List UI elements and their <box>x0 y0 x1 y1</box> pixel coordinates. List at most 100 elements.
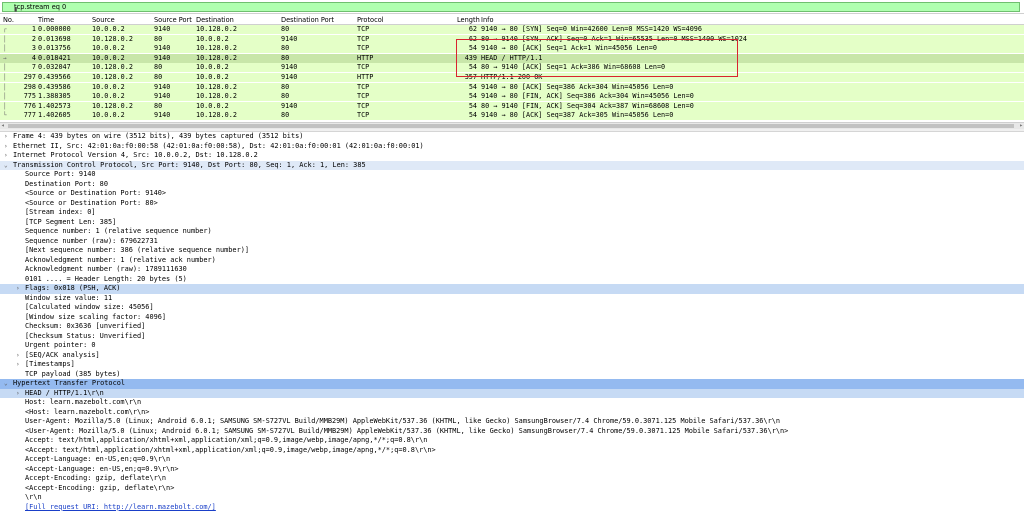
packet-row[interactable]: │ 3 0.013756 10.0.0.2 9140 10.128.0.2 80 TCP 54 9… <box>0 44 1024 54</box>
cell-info: 9140 → 80 [SYN] Seq=0 Win=42600 Len=0 MS… <box>481 25 702 33</box>
column-header-source-port[interactable]: Source Port <box>154 16 192 24</box>
cell-no: 298 <box>23 82 36 91</box>
scroll-left-icon[interactable]: ◂ <box>1 122 5 129</box>
packet-row[interactable]: │ 776 1.402573 10.128.0.2 80 10.0.0.2 9140 TCP 5… <box>0 101 1024 111</box>
expand-icon[interactable]: › <box>16 284 20 294</box>
packet-row[interactable]: └ 777 1.402605 10.0.0.2 9140 10.128.0.2 80 TCP 5… <box>0 111 1024 121</box>
packet-row[interactable]: │ 2 0.013698 10.128.0.2 80 10.0.0.2 9140 TCP 62 8… <box>0 34 1024 44</box>
column-header-protocol[interactable]: Protocol <box>357 16 384 24</box>
detail-text: Source Port: 9140 <box>25 170 96 178</box>
expand-icon[interactable]: › <box>4 132 8 142</box>
detail-text: Destination Port: 80 <box>25 179 108 188</box>
collapse-icon[interactable]: ⌄ <box>4 161 8 171</box>
packet-list-horizontal-scrollbar[interactable]: ◂ ▸ <box>0 122 1024 129</box>
detail-line[interactable]: [Stream index: 0] <box>0 208 1024 218</box>
expand-icon[interactable]: › <box>4 151 8 161</box>
cell-info: 9140 → 80 [ACK] Seq=1 Ack=1 Win=45056 Le… <box>481 44 657 53</box>
detail-line[interactable]: [TCP Segment Len: 385] <box>0 218 1024 228</box>
cell-proto: TCP <box>357 44 370 53</box>
detail-line[interactable]: [Window size scaling factor: 4096] <box>0 313 1024 323</box>
cell-sport: 9140 <box>154 25 171 33</box>
column-header-destination-port[interactable]: Destination Port <box>281 16 334 24</box>
detail-line[interactable]: 0101 .... = Header Length: 20 bytes (5) <box>0 275 1024 285</box>
detail-line[interactable]: Host: learn.mazebolt.com\r\n <box>0 398 1024 408</box>
packet-row[interactable]: │ 7 0.032047 10.128.0.2 80 10.0.0.2 9140 TCP 54 8… <box>0 63 1024 73</box>
detail-text: 0101 .... = Header Length: 20 bytes (5) <box>25 274 187 283</box>
detail-line[interactable]: Accept: text/html,application/xhtml+xml,… <box>0 436 1024 446</box>
cell-len: 62 <box>468 25 477 33</box>
detail-line[interactable]: Destination Port: 80 <box>0 180 1024 190</box>
related-packet-icon: │ <box>3 45 7 53</box>
detail-line[interactable]: Checksum: 0x3636 [unverified] <box>0 322 1024 332</box>
detail-line[interactable]: Urgent pointer: 0 <box>0 341 1024 351</box>
detail-line[interactable]: <Accept-Language: en-US,en;q=0.9\r\n> <box>0 465 1024 475</box>
detail-line[interactable]: › [SEQ/ACK analysis] <box>0 351 1024 361</box>
detail-line[interactable]: › HEAD / HTTP/1.1\r\n <box>0 388 1024 399</box>
column-header-no[interactable]: No. <box>3 16 14 24</box>
cell-time: 0.439586 <box>38 82 71 91</box>
detail-line[interactable]: <User-Agent: Mozilla/5.0 (Linux; Android… <box>0 427 1024 437</box>
detail-line[interactable]: [Calculated window size: 45056] <box>0 303 1024 313</box>
cell-len: 54 <box>468 44 477 53</box>
detail-link[interactable]: [Full request URI: http://learn.mazebolt… <box>25 503 216 513</box>
cell-dport: 80 <box>281 53 290 62</box>
cell-dst: 10.128.0.2 <box>196 44 237 53</box>
cell-proto: TCP <box>357 63 370 72</box>
detail-text: [TCP Segment Len: 385] <box>25 217 117 226</box>
detail-text: <Accept-Language: en-US,en;q=0.9\r\n> <box>25 464 179 473</box>
detail-line[interactable]: <Source or Destination Port: 80> <box>0 199 1024 209</box>
column-header-destination[interactable]: Destination <box>196 16 234 24</box>
detail-line[interactable]: › Flags: 0x018 (PSH, ACK) <box>0 284 1024 294</box>
packet-row[interactable]: ┌ 1 0.000000 10.0.0.2 9140 10.128.0.2 80 TCP 62 9… <box>0 25 1024 34</box>
detail-line[interactable]: <Accept-Encoding: gzip, deflate\r\n> <box>0 484 1024 494</box>
expand-icon[interactable]: › <box>4 142 8 152</box>
packet-row[interactable]: │ 298 0.439586 10.0.0.2 9140 10.128.0.2 80 TCP 5… <box>0 82 1024 92</box>
detail-line[interactable]: [Full request URI: http://learn.mazebolt… <box>0 503 1024 513</box>
detail-line[interactable]: Accept-Language: en-US,en;q=0.9\r\n <box>0 455 1024 465</box>
detail-line[interactable]: Window size value: 11 <box>0 294 1024 304</box>
display-filter-input[interactable]: ▮ tcp.stream eq 0 <box>2 2 1020 14</box>
packet-row[interactable]: │ 297 0.439566 10.128.0.2 80 10.0.0.2 9140 HTTP… <box>0 73 1024 82</box>
detail-line[interactable]: Acknowledgment number (raw): 1789111630 <box>0 265 1024 275</box>
detail-line[interactable]: Accept-Encoding: gzip, deflate\r\n <box>0 474 1024 484</box>
detail-line[interactable]: \r\n <box>0 493 1024 503</box>
detail-line[interactable]: TCP payload (385 bytes) <box>0 370 1024 380</box>
collapse-icon[interactable]: ⌄ <box>4 379 8 389</box>
detail-line[interactable]: Source Port: 9140 <box>0 170 1024 180</box>
detail-text: <Source or Destination Port: 9140> <box>25 189 167 197</box>
column-header-source[interactable]: Source <box>92 16 115 24</box>
packet-row[interactable]: │ 775 1.388305 10.0.0.2 9140 10.128.0.2 80 TCP 5… <box>0 92 1024 102</box>
related-packet-icon: │ <box>3 64 7 72</box>
scroll-right-icon[interactable]: ▸ <box>1019 122 1023 129</box>
column-header-info[interactable]: Info <box>481 16 493 24</box>
detail-line[interactable]: User-Agent: Mozilla/5.0 (Linux; Android … <box>0 417 1024 427</box>
detail-line[interactable]: ⌄ Hypertext Transfer Protocol <box>0 379 1024 389</box>
detail-line[interactable]: [Next sequence number: 386 (relative seq… <box>0 246 1024 256</box>
column-header-length[interactable]: Length <box>457 16 480 24</box>
detail-line[interactable]: › Frame 4: 439 bytes on wire (3512 bits),… <box>0 132 1024 142</box>
detail-line[interactable]: ⌄ Transmission Control Protocol, Src Port… <box>0 160 1024 171</box>
cell-dst: 10.0.0.2 <box>196 73 229 81</box>
expand-icon[interactable]: › <box>16 389 20 399</box>
detail-line[interactable]: [Checksum Status: Unverified] <box>0 332 1024 342</box>
detail-line[interactable]: <Accept: text/html,application/xhtml+xml… <box>0 446 1024 456</box>
detail-text: TCP payload (385 bytes) <box>25 369 121 378</box>
cell-no: 4 <box>31 53 36 62</box>
detail-line[interactable]: › Internet Protocol Version 4, Src: 10.0.… <box>0 151 1024 161</box>
scrollbar-thumb[interactable] <box>8 124 1014 128</box>
packet-row[interactable]: → 4 0.018421 10.0.0.2 9140 10.128.0.2 80 HTTP 43… <box>0 53 1024 63</box>
detail-line[interactable]: Sequence number: 1 (relative sequence nu… <box>0 227 1024 237</box>
cell-dport: 80 <box>281 92 290 101</box>
detail-line[interactable]: <Host: learn.mazebolt.com\r\n> <box>0 408 1024 418</box>
detail-line[interactable]: › Ethernet II, Src: 42:01:0a:f0:00:58 (42… <box>0 142 1024 152</box>
bookmark-icon[interactable]: ▮ <box>14 6 17 14</box>
detail-line[interactable]: › [Timestamps] <box>0 360 1024 370</box>
column-header-time[interactable]: Time <box>38 16 54 24</box>
expand-icon[interactable]: › <box>16 351 20 361</box>
detail-line[interactable]: Acknowledgment number: 1 (relative ack n… <box>0 256 1024 266</box>
detail-line[interactable]: <Source or Destination Port: 9140> <box>0 189 1024 199</box>
cell-len: 54 <box>468 82 477 91</box>
expand-icon[interactable]: › <box>16 360 20 370</box>
detail-text: Accept-Encoding: gzip, deflate\r\n <box>25 474 167 482</box>
detail-line[interactable]: Sequence number (raw): 679622731 <box>0 237 1024 247</box>
